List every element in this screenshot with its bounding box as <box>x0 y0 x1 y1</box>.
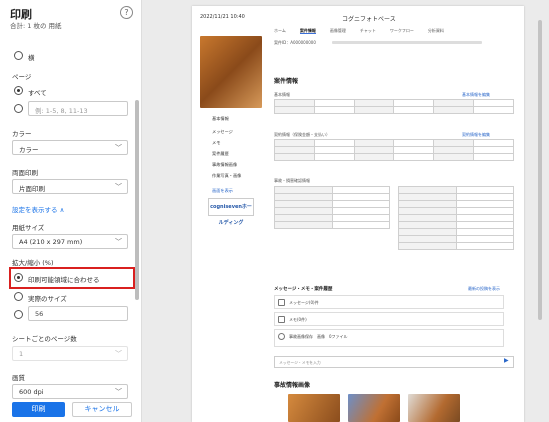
accident-table-right <box>398 186 514 250</box>
side-link: 画面を表示 <box>212 188 233 193</box>
chevron-down-icon: ﹀ <box>115 183 122 191</box>
duplex-label: 両面印刷 <box>12 169 38 177</box>
pages-label: ページ <box>12 73 32 81</box>
memo-icon <box>278 316 285 323</box>
section-images: 事故情報画像 <box>274 382 311 389</box>
print-timestamp: 2022/11/21 10:40 <box>200 14 245 20</box>
history-text: 事故画像保存 画像 0ファイル <box>289 334 348 339</box>
paper-size-label: 用紙サイズ <box>12 224 45 232</box>
sidebar-item: 事故情報画像 <box>212 162 238 167</box>
color-label: カラー <box>12 130 32 138</box>
tab-item: ワークフロー <box>389 28 414 33</box>
clock-icon <box>278 333 285 340</box>
color-select[interactable]: カラー ﹀ <box>12 140 128 155</box>
pages-all-label: すべて <box>28 89 47 97</box>
print-preview-area: 2022/11/21 10:40 コグニフォトベース ホーム 案件情報 画像管理 チャ… <box>142 0 549 422</box>
orientation-landscape-label: 横 <box>28 54 35 62</box>
tab-item: ホーム <box>274 28 286 33</box>
pages-per-sheet-label: シートごとのページ数 <box>12 335 77 343</box>
case-photo <box>200 36 262 108</box>
quality-select[interactable]: 600 dpi ﹀ <box>12 384 128 399</box>
section-case-info: 案件情報 <box>274 78 299 85</box>
quality-value: 600 dpi <box>19 388 44 396</box>
company-logo: cognisevenホールディング <box>208 198 254 226</box>
chevron-down-icon: ﹀ <box>115 238 122 246</box>
scale-actual-label: 実際のサイズ <box>28 295 67 303</box>
history-row: 事故画像保存 画像 0ファイル <box>274 329 504 347</box>
chevron-down-icon: ﹀ <box>115 350 122 358</box>
tab-item: 分析資料 <box>427 28 444 33</box>
contract-table <box>274 139 514 161</box>
sidebar-item: メッセージ <box>212 129 233 134</box>
paper-size-select[interactable]: A4 (210 x 297 mm) ﹀ <box>12 234 128 249</box>
pages-custom-radio[interactable] <box>14 104 23 113</box>
settings-toggle-link[interactable]: 設定を表示する ∧ <box>12 204 64 214</box>
pages-custom-input[interactable]: 例: 1-5, 8, 11-13 <box>28 101 128 116</box>
chat-input: メッセージ・メモを入力 <box>274 356 514 368</box>
tab-item: チャット <box>359 28 376 33</box>
scale-actual-radio[interactable] <box>14 292 23 301</box>
pages-custom-placeholder: 例: 1-5, 8, 11-13 <box>35 107 88 115</box>
duplex-select[interactable]: 片面印刷 ﹀ <box>12 179 128 194</box>
basic-info-table <box>274 99 514 114</box>
duplex-value: 片面印刷 <box>19 185 45 193</box>
accident-table-left <box>274 186 390 229</box>
app-tabs: ホーム 案件情報 画像管理 チャット ワークフロー 分析資料 <box>274 28 458 34</box>
image-thumb <box>288 394 340 422</box>
case-number: 案件ID：A000000000 <box>274 40 316 45</box>
chat-link: 最新の投稿を表示 <box>468 286 500 291</box>
sheet-count: 合計: 1 枚の 用紙 <box>10 22 62 30</box>
orientation-landscape-radio[interactable] <box>14 51 23 60</box>
pages-all-radio[interactable] <box>14 86 23 95</box>
message-icon <box>278 299 285 306</box>
message-row: メッセージ(0)件 <box>274 295 504 309</box>
chevron-down-icon: ﹀ <box>115 144 122 152</box>
chevron-down-icon: ﹀ <box>115 388 122 396</box>
pages-per-sheet-value: 1 <box>19 350 24 358</box>
edit-basic-link: 基本情報を編集 <box>462 92 490 97</box>
panel-scrollbar[interactable] <box>135 100 139 300</box>
subsection-accident: 事故・損害確認情報 <box>274 178 310 183</box>
help-icon[interactable]: ? <box>120 6 133 19</box>
tab-item: 案件情報 <box>299 28 316 34</box>
scale-custom-input[interactable]: 56 <box>28 306 128 321</box>
print-settings-panel: 印刷 合計: 1 枚の 用紙 ? 横 ページ すべて 例: 1-5, 8, 11… <box>0 0 142 422</box>
print-dialog: 印刷 合計: 1 枚の 用紙 ? 横 ページ すべて 例: 1-5, 8, 11… <box>0 0 549 422</box>
preview-scrollbar[interactable] <box>538 20 542 320</box>
scale-custom-radio[interactable] <box>14 310 23 319</box>
sidebar-item: 基本情報 <box>212 116 229 121</box>
subsection-contract: 契約情報（保険金額・支払い） <box>274 132 330 137</box>
sidebar-item: 案件履歴 <box>212 151 229 156</box>
section-chat: メッセージ・メモ・案件履歴 <box>274 287 333 292</box>
send-icon: ▶ <box>504 357 509 364</box>
message-text: メッセージ(0)件 <box>289 300 319 305</box>
tab-item: 画像管理 <box>329 28 346 33</box>
memo-text: メモ(0件) <box>289 317 307 322</box>
cancel-button[interactable]: キャンセル <box>72 402 132 417</box>
case-header-bar <box>332 41 482 44</box>
sidebar-item: メモ <box>212 140 221 145</box>
paper-size-value: A4 (210 x 297 mm) <box>19 238 83 246</box>
color-value: カラー <box>19 146 39 154</box>
scale-label: 拡大/縮小 (%) <box>12 259 54 267</box>
image-thumb <box>408 394 460 422</box>
image-thumb <box>348 394 400 422</box>
app-title: コグニフォトベース <box>342 16 396 23</box>
memo-row: メモ(0件) <box>274 312 504 326</box>
highlight-box <box>9 267 135 289</box>
subsection-basic: 基本情報 <box>274 92 290 97</box>
print-button[interactable]: 印刷 <box>12 402 65 417</box>
pages-per-sheet-select[interactable]: 1 ﹀ <box>12 346 128 361</box>
sidebar-item: 作業写真・画像 <box>212 173 242 178</box>
edit-contract-link: 契約情報を編集 <box>462 132 490 137</box>
preview-page: 2022/11/21 10:40 コグニフォトベース ホーム 案件情報 画像管理 チャ… <box>192 6 524 422</box>
scale-custom-value: 56 <box>35 310 44 318</box>
quality-label: 画質 <box>12 374 25 382</box>
